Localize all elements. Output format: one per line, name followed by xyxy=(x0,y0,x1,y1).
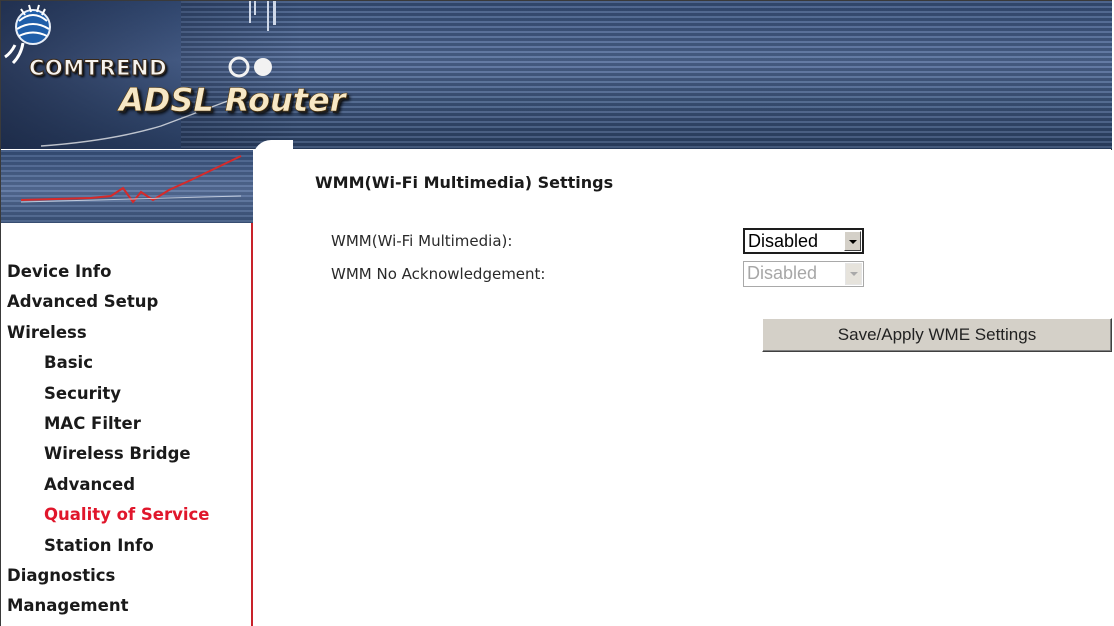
header-banner: COMTREND ADSL Router xyxy=(1,1,1112,149)
sidebar-item-wireless-bridge[interactable]: Wireless Bridge xyxy=(1,439,251,469)
signal-line-graphic xyxy=(20,155,242,204)
page-title: WMM(Wi-Fi Multimedia) Settings xyxy=(315,173,614,192)
brand-logo-text: COMTREND xyxy=(28,56,168,81)
sidebar-item-management[interactable]: Management xyxy=(1,591,251,621)
product-title: ADSL Router xyxy=(119,81,346,120)
chevron-down-icon xyxy=(845,263,862,285)
sidebar-item-wireless[interactable]: Wireless xyxy=(1,318,251,348)
sidebar: Device Info Advanced Setup Wireless Basi… xyxy=(1,223,253,626)
sidebar-item-diagnostics[interactable]: Diagnostics xyxy=(1,561,251,591)
sidebar-item-advanced-setup[interactable]: Advanced Setup xyxy=(1,287,251,317)
sidebar-item-basic[interactable]: Basic xyxy=(1,348,251,378)
wmm-noack-select-value: Disabled xyxy=(747,263,818,283)
sidebar-item-advanced[interactable]: Advanced xyxy=(1,470,251,500)
comtrend-logo-icon xyxy=(4,4,51,65)
sidebar-item-station-info[interactable]: Station Info xyxy=(1,531,251,561)
content-panel xyxy=(253,150,1112,626)
sidebar-item-device-info[interactable]: Device Info xyxy=(1,257,251,287)
sidebar-item-mac-filter[interactable]: MAC Filter xyxy=(1,409,251,439)
wmm-select[interactable]: Disabled xyxy=(743,228,864,254)
banner-stripes xyxy=(181,1,1112,149)
sidebar-item-quality-of-service[interactable]: Quality of Service xyxy=(1,500,251,530)
sidebar-header-graphic xyxy=(1,150,253,225)
save-apply-button[interactable]: Save/Apply WME Settings xyxy=(762,318,1112,352)
sidebar-item-security[interactable]: Security xyxy=(1,379,251,409)
sidebar-nav: Device Info Advanced Setup Wireless Basi… xyxy=(1,257,251,622)
wmm-noack-label: WMM No Acknowledgement: xyxy=(331,265,546,283)
wmm-label: WMM(Wi-Fi Multimedia): xyxy=(331,232,513,250)
wmm-select-value: Disabled xyxy=(748,231,819,251)
chevron-down-icon[interactable] xyxy=(844,231,861,251)
wmm-noack-select: Disabled xyxy=(743,261,864,287)
